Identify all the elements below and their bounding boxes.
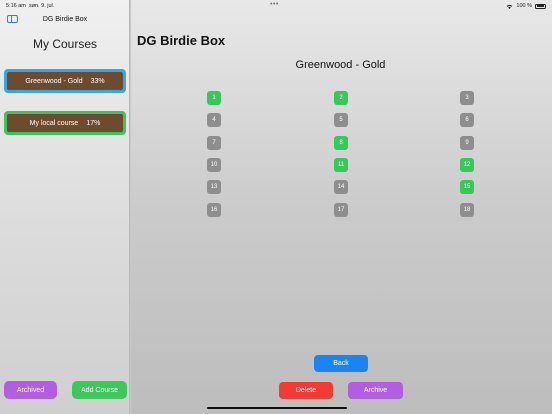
hole-8[interactable]: 8 <box>334 135 348 150</box>
battery-icon <box>535 3 546 9</box>
hole-2[interactable]: 2 <box>334 91 348 105</box>
hole-7[interactable]: 7 <box>207 135 221 150</box>
hole-14[interactable]: 14 <box>334 180 348 195</box>
app-title: DG Birdie Box <box>42 16 88 23</box>
course-card-greenwood-gold[interactable]: Greenwood - Gold 33% <box>4 69 126 93</box>
course-card-inner: Greenwood - Gold 33% <box>7 72 123 90</box>
status-right: 100 % <box>506 3 546 9</box>
home-indicator <box>207 407 347 409</box>
hole-9[interactable]: 9 <box>460 135 474 150</box>
archived-button[interactable]: Archived <box>4 381 57 399</box>
back-button[interactable]: Back <box>314 355 368 372</box>
course-title: Greenwood - Gold <box>295 59 386 71</box>
main-panel: DG Birdie Box Greenwood - Gold 123456789… <box>131 0 552 414</box>
hole-16[interactable]: 16 <box>207 202 221 217</box>
add-course-button[interactable]: Add Course <box>72 381 127 399</box>
hole-5[interactable]: 5 <box>334 113 348 128</box>
course-card-inner: My local course 17% <box>7 114 123 132</box>
delete-button[interactable]: Delete <box>279 382 333 399</box>
hole-15[interactable]: 15 <box>460 180 474 195</box>
course-name: Greenwood - Gold <box>25 77 83 85</box>
hole-1[interactable]: 1 <box>207 91 221 105</box>
hole-18[interactable]: 18 <box>460 202 474 217</box>
archive-button[interactable]: Archive <box>348 382 403 399</box>
sidebar-heading: My Courses <box>32 37 97 51</box>
hole-17[interactable]: 17 <box>334 202 348 217</box>
hole-11[interactable]: 11 <box>334 157 348 172</box>
page-title: DG Birdie Box <box>137 33 226 48</box>
hole-10[interactable]: 10 <box>207 157 221 172</box>
multitasking-dots-icon[interactable]: ••• <box>270 1 279 8</box>
battery-percent: 100 % <box>516 3 532 9</box>
status-time-date: 5:16 am søn. 9. jul. <box>6 3 55 9</box>
hole-3[interactable]: 3 <box>460 91 474 105</box>
course-card-my-local-course[interactable]: My local course 17% <box>4 111 126 135</box>
status-bar: 5:16 am søn. 9. jul. ••• 100 % <box>0 0 552 12</box>
hole-4[interactable]: 4 <box>207 113 221 128</box>
course-progress: 17% <box>86 119 101 127</box>
wifi-icon <box>506 4 513 9</box>
hole-12[interactable]: 12 <box>460 157 474 172</box>
course-name: My local course <box>29 119 79 127</box>
hole-13[interactable]: 13 <box>207 180 221 195</box>
sidebar: DG Birdie Box My Courses Greenwood - Gol… <box>0 0 130 414</box>
course-progress: 33% <box>90 77 105 85</box>
hole-6[interactable]: 6 <box>460 113 474 128</box>
